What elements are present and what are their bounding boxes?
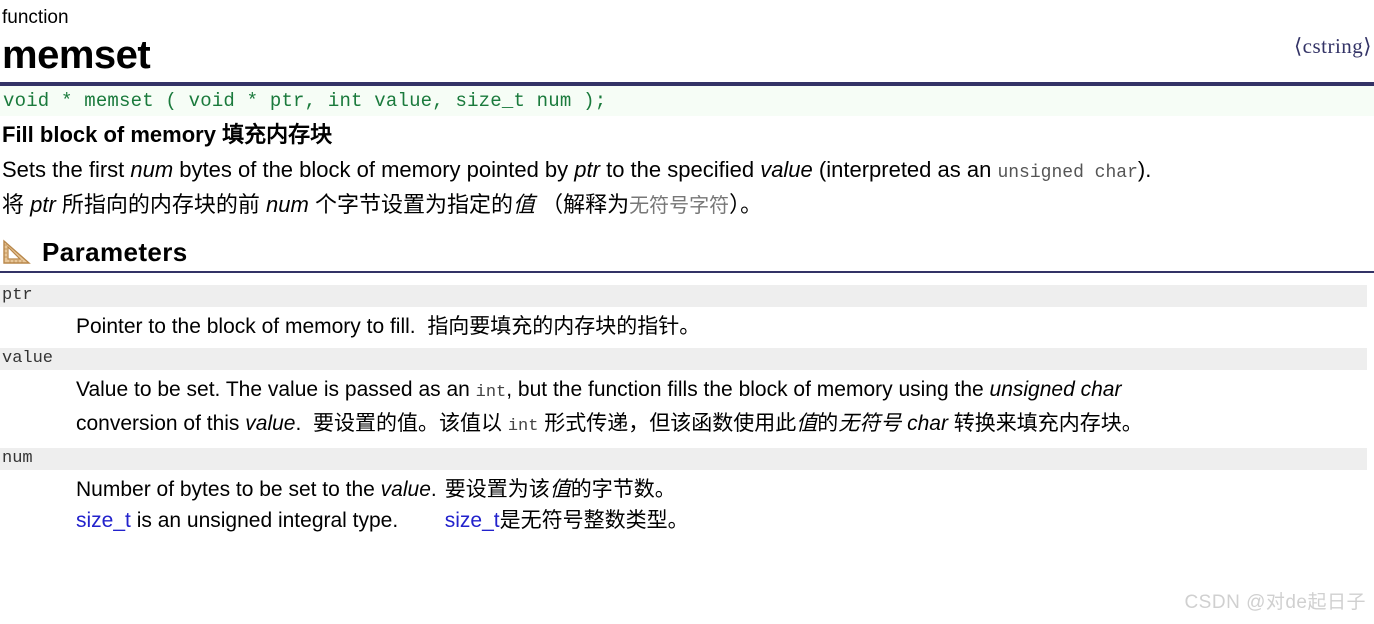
text-segment: 的字节数。 (570, 478, 676, 501)
parameter-description-line: Number of bytes to be set to the value. (76, 474, 437, 505)
text-segment: 值 (796, 412, 818, 435)
text-segment[interactable]: size_t (445, 509, 500, 532)
parameter-description-line: size_t是无符号整数类型。 (445, 505, 689, 536)
parameters-section-title: Parameters (42, 237, 188, 267)
text-segment: 指向要填充的内存块的指针。 (427, 315, 701, 338)
desc-cn-em-value: 值 (512, 192, 535, 217)
desc-en-p1: Sets the first (2, 157, 131, 182)
parameter-name: num (0, 448, 1367, 470)
parameter-entry: value Value to be set. The value is passe… (0, 348, 1374, 448)
description-heading: Fill block of memory 填充内存块 (2, 120, 1374, 150)
parameter-description-cn: 要设置为该值的字节数。 size_t是无符号整数类型。 (445, 474, 689, 536)
parameters-divider (0, 271, 1374, 273)
text-segment: . (430, 478, 437, 501)
text-segment: 无符号 char (838, 412, 948, 435)
desc-cn-p1: 将 (2, 192, 31, 217)
desc-cn-p5: ）。 (729, 192, 763, 217)
ruler-triangle-icon (3, 239, 31, 264)
function-signature: void * memset ( void * ptr, int value, s… (0, 86, 1374, 116)
text-segment: unsigned char (989, 378, 1122, 401)
parameter-description-line: 要设置为该值的字节数。 (445, 474, 689, 505)
text-segment: 要设置的值。该值以 (312, 412, 508, 435)
desc-cn-em-ptr: ptr (30, 192, 56, 217)
text-segment: value (245, 412, 296, 435)
description-heading-en: Fill block of memory (2, 122, 216, 147)
text-segment: value (380, 478, 431, 501)
description-text-cn: 将 ptr 所指向的内存块的前 num 个字节设置为指定的值 （解释为无符号字符… (2, 189, 1374, 222)
description-heading-cn: 填充内存块 (222, 122, 333, 147)
desc-cn-em-num: num (266, 192, 309, 217)
documentation-page: function memset ⟨cstring⟩ void * memset … (0, 0, 1374, 624)
watermark: CSDN @对de起日子 (1184, 592, 1366, 613)
parameter-description-line: conversion of this value. 要设置的值。该值以 int … (76, 408, 1374, 442)
desc-en-em-value: value (760, 157, 813, 182)
page-header: function memset ⟨cstring⟩ (0, 0, 1374, 78)
parameter-description-en: Number of bytes to be set to the value. s… (76, 474, 437, 536)
desc-cn-p2: 所指向的内存块的前 (55, 192, 267, 217)
desc-en-p4: (interpreted as an (812, 157, 998, 182)
parameters-list: ptr Pointer to the block of memory to fil… (0, 285, 1374, 542)
text-segment: Pointer to the block of memory to fill. (76, 315, 428, 338)
text-segment: 是无符号整数类型。 (499, 509, 689, 532)
parameter-description: Value to be set. The value is passed as … (0, 370, 1374, 448)
parameter-description: Number of bytes to be set to the value. s… (0, 470, 1374, 542)
include-header-label: ⟨cstring⟩ (1293, 34, 1372, 58)
text-segment: 转换来填充内存块。 (947, 412, 1143, 435)
desc-en-em-ptr: ptr (574, 157, 600, 182)
text-segment: is an unsigned integral type. (130, 509, 399, 532)
text-segment: int (507, 417, 539, 436)
text-segment: conversion of this (76, 412, 246, 435)
description-text-en: Sets the first num bytes of the block of… (2, 154, 1374, 189)
parameter-description-line: Pointer to the block of memory to fill. … (76, 311, 1374, 342)
text-segment: Number of bytes to be set to the (76, 478, 381, 501)
text-segment: 的 (817, 412, 839, 435)
parameter-entry: ptr Pointer to the block of memory to fil… (0, 285, 1374, 348)
parameter-description-columns: Number of bytes to be set to the value. s… (76, 474, 1374, 536)
text-segment: int (475, 383, 507, 402)
text-segment: 要设置为该 (444, 478, 550, 501)
page-title: memset (2, 33, 151, 77)
text-segment: . (295, 412, 313, 435)
parameter-description-line: Value to be set. The value is passed as … (76, 374, 1374, 408)
desc-en-p3: to the specified (599, 157, 761, 182)
text-segment[interactable]: size_t (76, 509, 131, 532)
desc-en-em-num: num (130, 157, 174, 182)
text-segment: Value to be set. The value is passed as … (76, 378, 476, 401)
desc-cn-p3: 个字节设置为指定的 (308, 192, 513, 217)
entity-kind-label: function (2, 7, 69, 28)
desc-cn-p4: （解释为 (534, 192, 630, 217)
description-block: Fill block of memory 填充内存块 Sets the firs… (0, 116, 1374, 222)
text-segment: 值 (549, 478, 571, 501)
desc-en-p5: ). (1137, 157, 1152, 182)
text-segment: 形式传递，但该函数使用此 (538, 412, 797, 435)
text-segment: , but the function fills the block of me… (506, 378, 990, 401)
desc-en-p2: bytes of the block of memory pointed by (173, 157, 575, 182)
desc-en-code-unsigned-char: unsigned char (997, 163, 1138, 183)
parameter-name: ptr (0, 285, 1367, 307)
parameters-section-header: Parameters (0, 238, 1374, 266)
parameter-entry: num Number of bytes to be set to the valu… (0, 448, 1374, 542)
parameter-description-line: size_t is an unsigned integral type. (76, 505, 437, 536)
desc-cn-code-unsigned-char: 无符号字符 (629, 195, 730, 217)
parameter-name: value (0, 348, 1367, 370)
parameter-description: Pointer to the block of memory to fill. … (0, 307, 1374, 348)
